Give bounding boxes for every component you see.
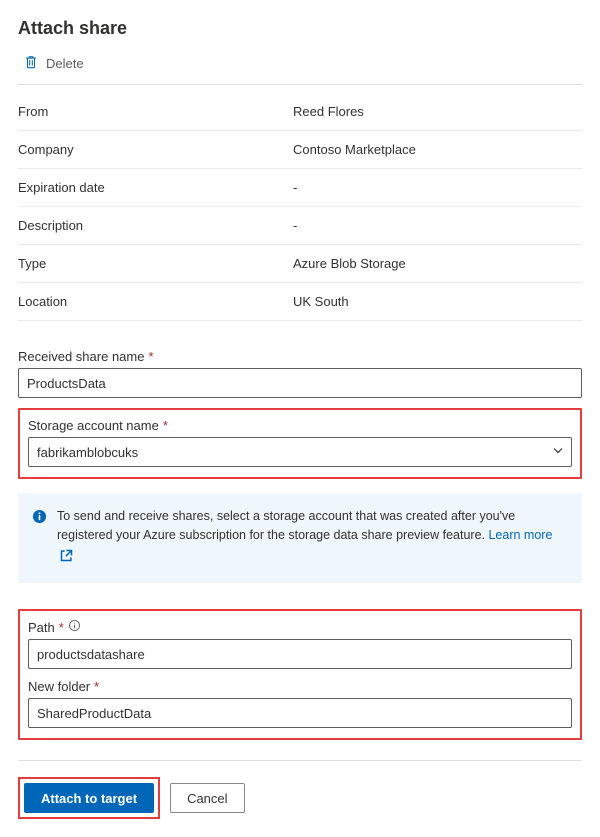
- from-value: Reed Flores: [293, 104, 582, 119]
- row-expiration: Expiration date -: [18, 169, 582, 207]
- field-received-share: Received share name *: [18, 349, 582, 398]
- required-asterisk: *: [94, 679, 99, 694]
- row-company: Company Contoso Marketplace: [18, 131, 582, 169]
- cancel-button[interactable]: Cancel: [170, 783, 244, 813]
- received-share-label: Received share name: [18, 349, 144, 364]
- row-description: Description -: [18, 207, 582, 245]
- path-label: Path: [28, 620, 55, 635]
- row-from: From Reed Flores: [18, 93, 582, 131]
- highlight-storage-account: Storage account name *: [18, 408, 582, 479]
- attach-to-target-button[interactable]: Attach to target: [24, 783, 154, 813]
- info-message: To send and receive shares, select a sto…: [18, 493, 582, 583]
- company-value: Contoso Marketplace: [293, 142, 582, 157]
- field-new-folder: New folder *: [28, 679, 572, 728]
- required-asterisk: *: [59, 620, 64, 635]
- field-path: Path *: [28, 619, 572, 669]
- path-input[interactable]: [28, 639, 572, 669]
- info-icon: [32, 507, 47, 569]
- expiration-label: Expiration date: [18, 180, 293, 195]
- company-label: Company: [18, 142, 293, 157]
- location-label: Location: [18, 294, 293, 309]
- required-asterisk: *: [148, 349, 153, 364]
- page-title: Attach share: [18, 18, 582, 39]
- toolbar: Delete: [18, 53, 582, 85]
- storage-account-label: Storage account name: [28, 418, 159, 433]
- received-share-input[interactable]: [18, 368, 582, 398]
- expiration-value: -: [293, 180, 582, 195]
- highlight-path-folder: Path * New folder *: [18, 609, 582, 740]
- new-folder-label: New folder: [28, 679, 90, 694]
- details-table: From Reed Flores Company Contoso Marketp…: [18, 93, 582, 321]
- info-circle-icon[interactable]: [68, 619, 81, 635]
- location-value: UK South: [293, 294, 582, 309]
- storage-account-select[interactable]: [28, 437, 572, 467]
- highlight-attach-button: Attach to target: [18, 777, 160, 819]
- action-bar: Attach to target Cancel: [18, 760, 582, 819]
- delete-button[interactable]: Delete: [24, 55, 84, 72]
- description-label: Description: [18, 218, 293, 233]
- type-label: Type: [18, 256, 293, 271]
- required-asterisk: *: [163, 418, 168, 433]
- delete-label: Delete: [46, 56, 84, 71]
- field-storage-account: Storage account name *: [28, 418, 572, 467]
- trash-icon: [24, 55, 38, 72]
- new-folder-input[interactable]: [28, 698, 572, 728]
- info-text: To send and receive shares, select a sto…: [57, 509, 515, 542]
- external-link-icon: [59, 546, 74, 569]
- type-value: Azure Blob Storage: [293, 256, 582, 271]
- description-value: -: [293, 218, 582, 233]
- from-label: From: [18, 104, 293, 119]
- row-location: Location UK South: [18, 283, 582, 321]
- row-type: Type Azure Blob Storage: [18, 245, 582, 283]
